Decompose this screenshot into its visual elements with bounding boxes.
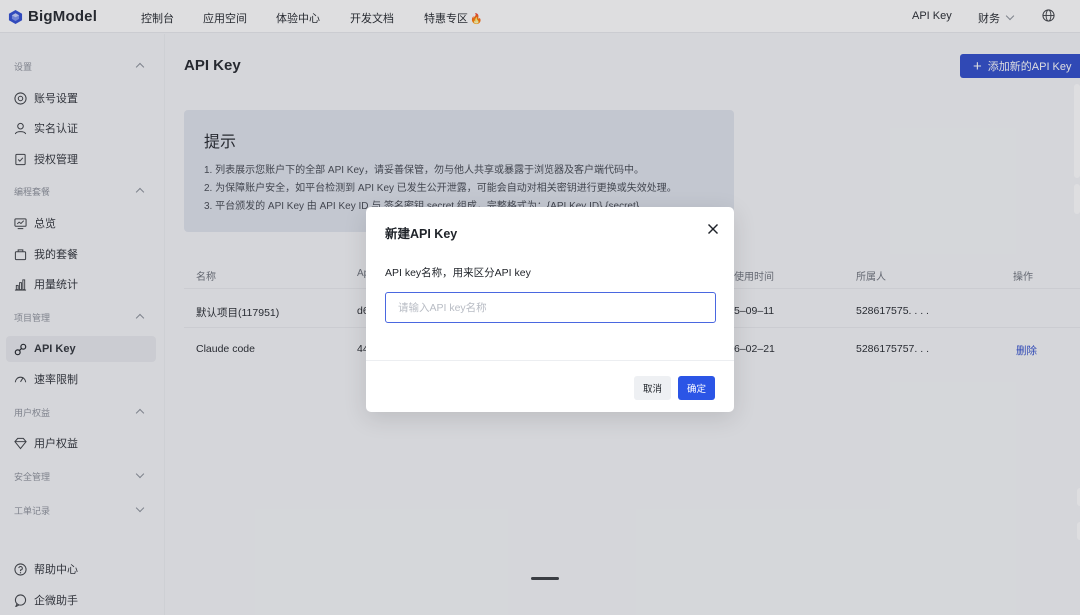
new-api-key-dialog: 新建API Key API key名称，用来区分API key 取消 确定 — [366, 207, 734, 412]
api-key-name-input[interactable] — [385, 292, 716, 323]
api-key-name-label: API key名称，用来区分API key — [385, 267, 531, 279]
home-indicator — [531, 577, 559, 580]
confirm-button[interactable]: 确定 — [678, 376, 715, 400]
dialog-divider — [366, 360, 734, 361]
cancel-button[interactable]: 取消 — [634, 376, 671, 400]
close-icon[interactable] — [705, 221, 721, 237]
dialog-title: 新建API Key — [385, 227, 458, 241]
